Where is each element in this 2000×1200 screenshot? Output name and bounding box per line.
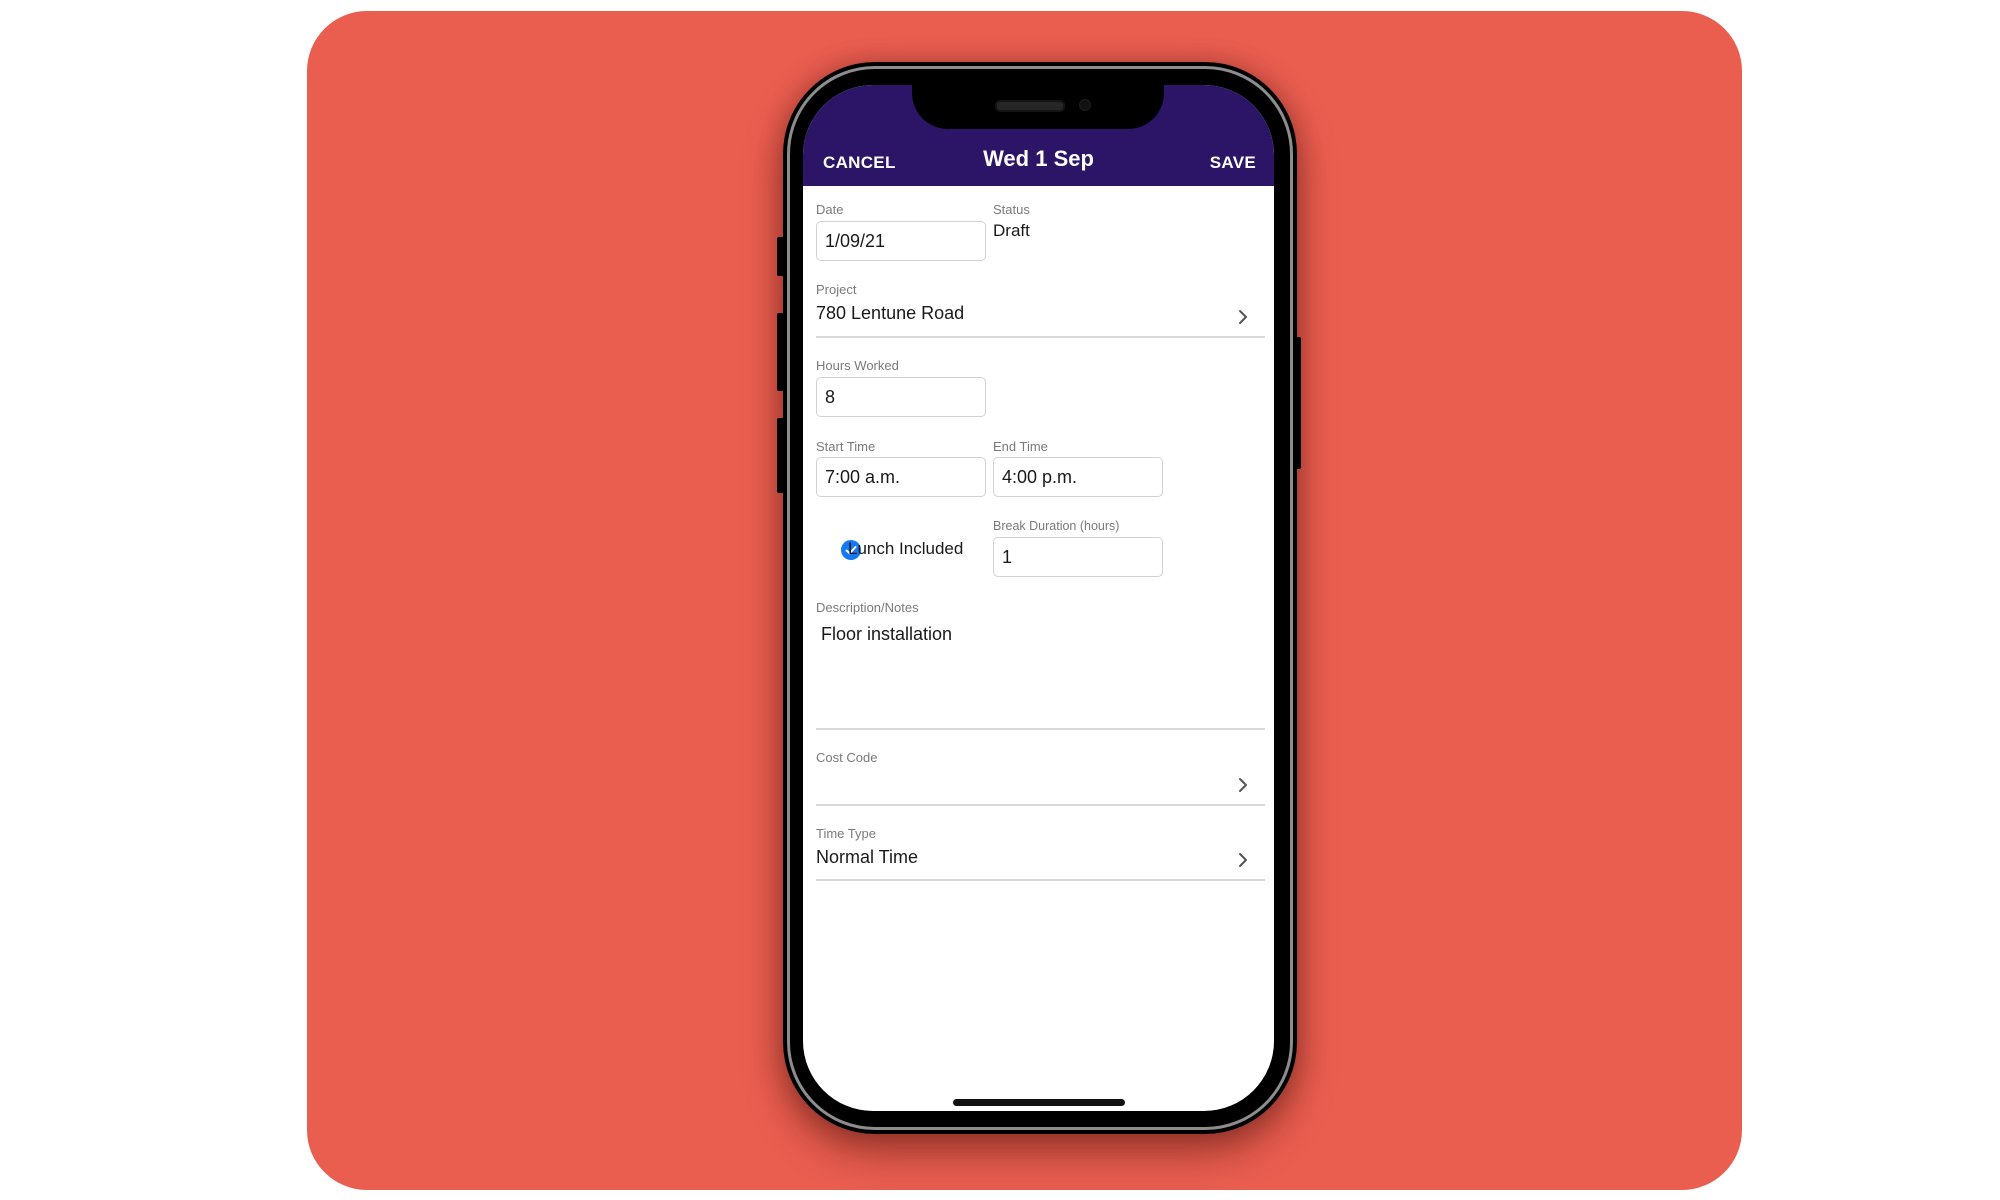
phone-notch [912, 85, 1164, 129]
phone-screen: CANCEL Wed 1 Sep SAVE Date Status Draft … [803, 85, 1274, 1111]
status-value: Draft [993, 221, 1030, 240]
nav-header: CANCEL Wed 1 Sep SAVE [803, 85, 1274, 186]
end-time-box [993, 457, 1163, 497]
lunch-included-checkbox[interactable]: Lunch Included [816, 535, 986, 565]
hours-worked-box [816, 377, 986, 417]
start-time-box [816, 457, 986, 497]
project-label: Project [816, 282, 857, 297]
start-time-field[interactable] [817, 458, 985, 496]
hours-worked-label: Hours Worked [816, 358, 899, 373]
date-field-box [816, 221, 986, 261]
time-type-value: Normal Time [816, 847, 919, 867]
home-indicator[interactable] [953, 1099, 1125, 1106]
break-duration-box [993, 537, 1163, 577]
end-time-label: End Time [993, 439, 1048, 454]
time-type-selector[interactable]: Time Type Normal Time [816, 825, 1265, 881]
cost-code-divider [816, 804, 1265, 806]
time-type-label: Time Type [816, 826, 876, 841]
save-button[interactable]: SAVE [1210, 153, 1256, 173]
page-title: Wed 1 Sep [983, 146, 1094, 171]
chevron-right-icon [1239, 310, 1247, 324]
status-label: Status [993, 202, 1030, 217]
description-label: Description/Notes [816, 600, 919, 615]
end-time-field[interactable] [994, 458, 1162, 496]
description-divider [816, 728, 1265, 730]
front-camera [1079, 99, 1091, 111]
cost-code-label: Cost Code [816, 750, 878, 765]
hours-worked-field[interactable] [817, 378, 985, 416]
date-label: Date [816, 202, 844, 217]
break-duration-field[interactable] [994, 538, 1162, 576]
chevron-right-icon [1239, 778, 1247, 792]
project-divider [816, 336, 1265, 338]
cost-code-selector[interactable]: Cost Code [816, 749, 1265, 805]
time-type-divider [816, 879, 1265, 881]
description-field[interactable]: Floor installation [816, 622, 1265, 722]
project-value: 780 Lentune Road [816, 303, 965, 323]
start-time-label: Start Time [816, 439, 876, 454]
break-duration-label: Break Duration (hours) [993, 519, 1120, 533]
speaker-grille [995, 100, 1065, 112]
chevron-right-icon [1239, 853, 1247, 867]
lunch-included-label: Lunch Included [848, 539, 964, 558]
date-field[interactable] [817, 222, 985, 260]
project-selector[interactable]: Project 780 Lentune Road [816, 281, 1265, 337]
